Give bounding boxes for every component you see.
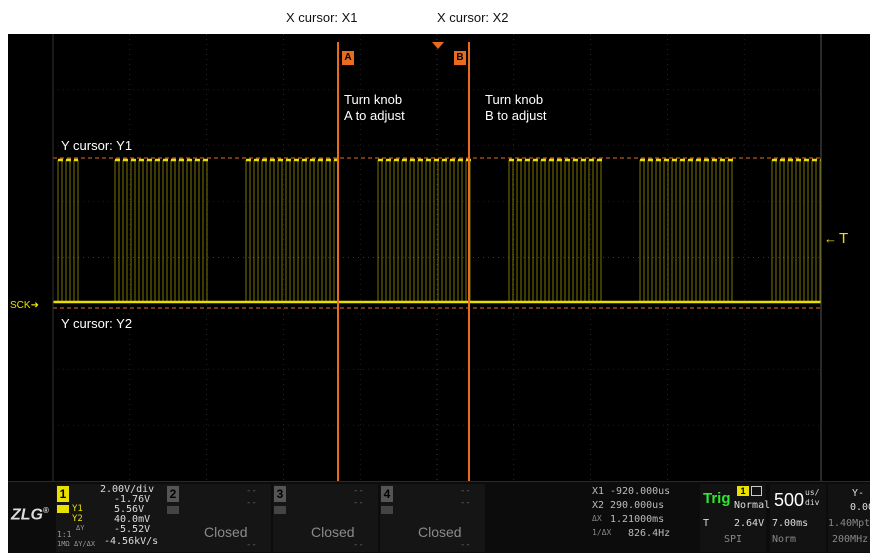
channel-2-panel[interactable]: 2 -- -- Closed --	[166, 484, 271, 552]
brand-logo-text: ZLG	[11, 506, 43, 524]
channel-3-panel[interactable]: 3 -- -- Closed --	[273, 484, 378, 552]
channel-1-panel[interactable]: 1 2.00V/div -1.76V Y1 5.56V Y2 40.0mV ΔY…	[56, 484, 166, 552]
bandwidth: 200MHz	[832, 534, 869, 545]
channel-2-offset-placeholder: --	[246, 498, 257, 508]
channel-3-badge[interactable]: 3	[274, 486, 286, 502]
channel-4-status: Closed	[418, 524, 462, 540]
trigger-panel[interactable]: Trig 1 Normal T 2.64V SPI	[700, 484, 770, 552]
channel-4-scale-placeholder: --	[460, 486, 471, 496]
cursor-dx-value: 1.21000ms	[610, 514, 665, 525]
knob-b-hint: Turn knob B to adjust	[485, 92, 546, 124]
channel-3-status: Closed	[311, 524, 355, 540]
trigger-level: 2.64V	[734, 518, 765, 529]
ch1-y2-label: Y2	[72, 514, 83, 524]
channel-2-scale-placeholder: --	[246, 486, 257, 496]
timebase-value: 500	[774, 490, 805, 510]
ch1-coupling: 1MΩ	[57, 540, 70, 548]
y2-cursor-label: Y cursor: Y2	[61, 316, 133, 331]
trigger-status: Trig	[703, 490, 731, 507]
cursor-x2-value: 290.000us	[610, 500, 665, 511]
status-bar: ZLG® 1 2.00V/div -1.76V Y1 5.56V Y2 40.0…	[8, 481, 870, 553]
channel-ground-marker[interactable]: SCK➜	[10, 300, 39, 311]
timebase-panel[interactable]: 500 us/ div 7.00ms Norm	[770, 484, 826, 552]
trigger-protocol: SPI	[724, 534, 743, 545]
x1-cursor-callout: X cursor: X1	[286, 10, 358, 25]
arrow-left-icon: ←	[824, 231, 837, 246]
arrow-right-icon: ➜	[30, 300, 39, 311]
channel-1-badge[interactable]: 1	[57, 486, 69, 502]
channel-3-scale-placeholder: --	[353, 486, 364, 496]
cursor-inv-value: 826.4Hz	[628, 528, 671, 539]
trigger-level-marker[interactable]: ← T	[824, 230, 848, 247]
sck-channel-label: SCK	[10, 300, 31, 311]
timebase-unit-bottom: div	[805, 498, 820, 507]
cursor-dx-label: ΔX	[592, 514, 602, 523]
trigger-position-marker	[432, 42, 444, 49]
channel-4-cursor-icon	[381, 506, 393, 514]
trigger-channel-badge: 1	[737, 486, 749, 496]
channel-2-rate-placeholder: --	[246, 540, 257, 550]
channel-4-offset-placeholder: --	[460, 498, 471, 508]
channel-2-status: Closed	[204, 524, 248, 540]
channel-4-panel[interactable]: 4 -- -- Closed --	[380, 484, 485, 552]
cursor-x2-label: X2	[592, 500, 605, 511]
channel-2-badge[interactable]: 2	[167, 486, 179, 502]
channel-4-badge[interactable]: 4	[381, 486, 393, 502]
ch1-rate-label: ΔY/ΔX	[74, 540, 96, 548]
edge-trigger-icon	[751, 486, 762, 496]
cursor-inv-label: 1/ΔX	[592, 528, 612, 537]
y1-cursor-label: Y cursor: Y1	[61, 138, 133, 153]
ch1-dy-label: ΔY	[76, 524, 85, 532]
y-position-label: Y-	[852, 488, 865, 499]
ch1-cursor-icon	[57, 505, 69, 513]
grid	[53, 34, 821, 481]
channel-3-offset-placeholder: --	[353, 498, 364, 508]
channel-2-cursor-icon	[167, 506, 179, 514]
knob-a-hint-line1: Turn knob	[344, 92, 403, 107]
sck-signal-trace	[53, 158, 821, 304]
cursor-readout-panel[interactable]: X1 -920.000us X2 290.000us ΔX 1.21000ms …	[592, 484, 702, 552]
trigger-level-label: T	[839, 230, 849, 247]
cursor-b-marker[interactable]: B	[454, 51, 466, 65]
ch1-ratio: 1:1	[57, 530, 72, 539]
timebase-delay: 7.00ms	[772, 518, 809, 529]
acquisition-mode: Norm	[772, 534, 797, 545]
knob-a-hint-line2: A to adjust	[344, 108, 405, 123]
ch1-y1-label: Y1	[72, 504, 83, 514]
timebase-unit-top: us/	[805, 488, 820, 497]
x2-cursor-callout: X cursor: X2	[437, 10, 509, 25]
channel-4-rate-placeholder: --	[460, 540, 471, 550]
channel-3-rate-placeholder: --	[353, 540, 364, 550]
channel-3-cursor-icon	[274, 506, 286, 514]
oscilloscope-screen: A B Y cursor: Y1 Y cursor: Y2 Turn knob …	[8, 34, 870, 553]
ch1-rate-value: -4.56kV/s	[104, 536, 159, 547]
knob-a-hint: Turn knob A to adjust	[344, 92, 405, 124]
brand-logo: ZLG®	[11, 506, 49, 524]
acquisition-panel[interactable]: Y- 0.00 1.40Mpt 200MHz	[828, 484, 870, 552]
knob-b-hint-line1: Turn knob	[485, 92, 544, 107]
cursor-a-marker[interactable]: A	[342, 51, 354, 65]
y-position-value: 0.00	[850, 502, 870, 513]
cursor-x1-label: X1	[592, 486, 605, 497]
ch1-dy-value: -5.52V	[114, 524, 151, 535]
waveform-display[interactable]	[8, 34, 870, 481]
trigger-type: T	[703, 518, 710, 529]
cursor-x1-value: -920.000us	[610, 486, 671, 497]
memory-depth: 1.40Mpt	[828, 518, 870, 529]
knob-b-hint-line2: B to adjust	[485, 108, 547, 123]
trigger-mode: Normal	[734, 500, 771, 511]
